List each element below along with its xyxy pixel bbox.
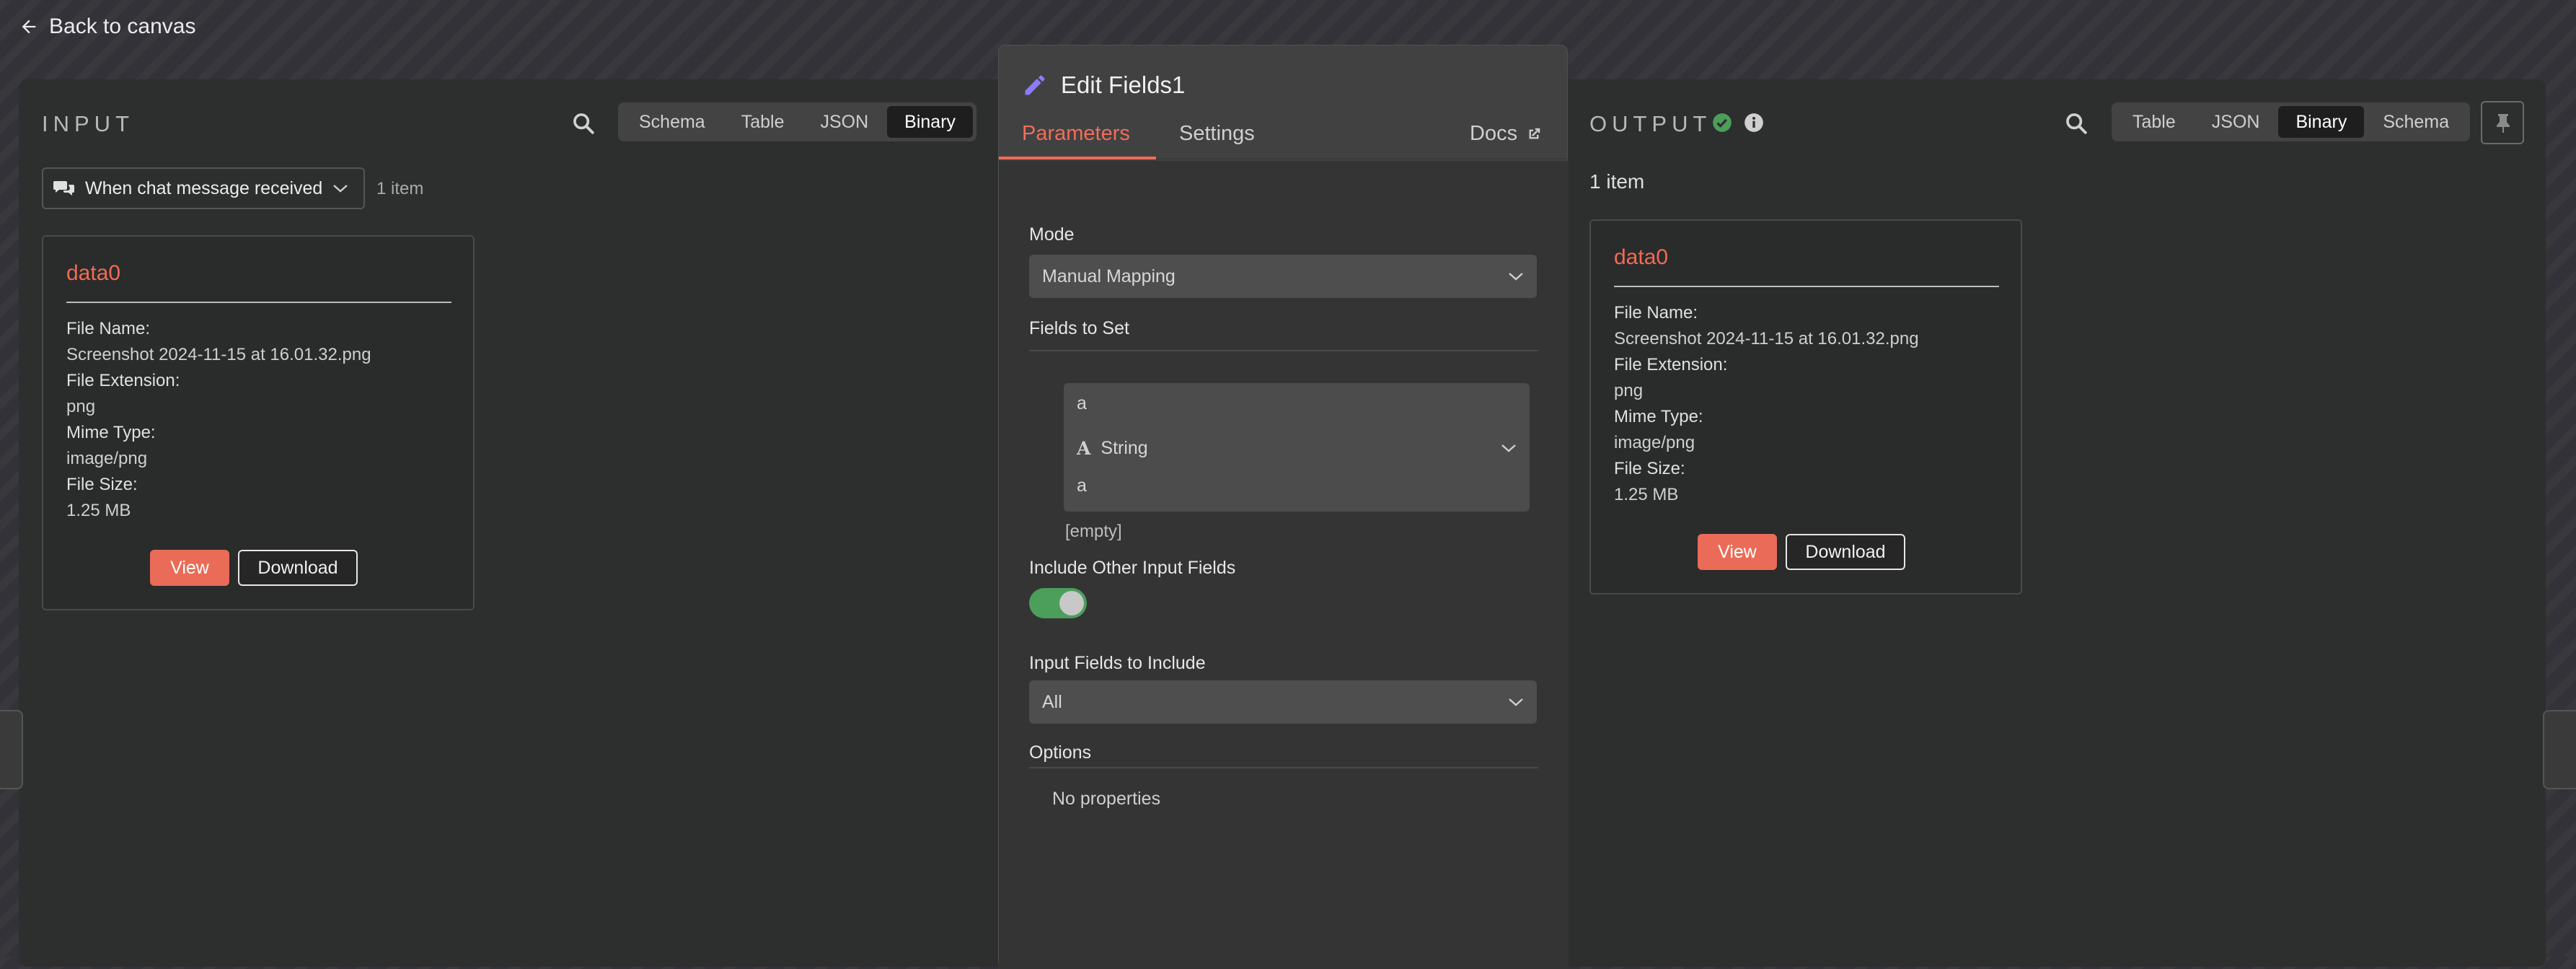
mode-select[interactable]: Manual Mapping: [1029, 255, 1537, 298]
tab-table[interactable]: Table: [2115, 106, 2193, 138]
fields-to-set-label: Fields to Set: [1029, 318, 1129, 338]
binary-name: data0: [1614, 245, 1669, 269]
mime-type-value: image/png: [1614, 433, 1695, 452]
file-size-key: File Size:: [1614, 459, 1685, 478]
tab-table[interactable]: Table: [724, 106, 802, 138]
check-circle-icon: [1712, 113, 1732, 133]
tab-binary[interactable]: Binary: [2278, 106, 2365, 138]
view-button[interactable]: View: [150, 550, 229, 586]
no-properties-text: No properties: [1052, 789, 1161, 809]
active-tab-indicator: [999, 157, 1156, 159]
node-title[interactable]: Edit Fields1: [1061, 71, 1185, 99]
field-assignment: a A String a: [1064, 383, 1530, 512]
file-name-value: Screenshot 2024-11-15 at 16.01.32.png: [66, 345, 371, 364]
chevron-down-icon: [1501, 443, 1517, 453]
file-name-value: Screenshot 2024-11-15 at 16.01.32.png: [1614, 329, 1919, 348]
output-binary-card: data0 File Name: Screenshot 2024-11-15 a…: [1589, 219, 2022, 595]
input-fields-select[interactable]: All: [1029, 680, 1537, 724]
tab-parameters[interactable]: Parameters: [1022, 122, 1130, 146]
file-extension-value: png: [66, 397, 96, 416]
string-type-icon: A: [1077, 437, 1091, 459]
file-size-value: 1.25 MB: [1614, 485, 1679, 504]
output-item-count: 1 item: [1589, 170, 1645, 193]
chevron-down-icon: [1508, 271, 1524, 281]
divider: [1029, 767, 1538, 768]
input-fields-label: Input Fields to Include: [1029, 653, 1206, 673]
output-title: OUTPUT: [1589, 111, 1712, 136]
tab-schema[interactable]: Schema: [2365, 106, 2466, 138]
download-button[interactable]: Download: [1786, 534, 1905, 570]
file-extension-key: File Extension:: [66, 371, 180, 390]
divider: [1029, 350, 1538, 351]
file-name-key: File Name:: [66, 319, 151, 338]
chevron-down-icon: [332, 183, 348, 193]
pin-icon: [2495, 113, 2512, 134]
tab-binary[interactable]: Binary: [887, 106, 974, 138]
mime-type-value: image/png: [66, 449, 148, 468]
search-icon[interactable]: [571, 111, 596, 136]
input-source-select[interactable]: When chat message received: [42, 167, 365, 209]
divider: [1614, 286, 1999, 287]
download-button[interactable]: Download: [238, 550, 358, 586]
node-tabs: Parameters Settings Docs: [999, 118, 1569, 159]
view-button[interactable]: View: [1698, 534, 1777, 570]
tab-json[interactable]: JSON: [2195, 106, 2277, 138]
back-to-canvas-link[interactable]: Back to canvas: [19, 14, 195, 39]
binary-name: data0: [66, 261, 121, 285]
mime-type-key: Mime Type:: [1614, 407, 1703, 426]
tab-schema[interactable]: Schema: [622, 106, 723, 138]
file-extension-key: File Extension:: [1614, 355, 1728, 374]
include-other-label: Include Other Input Fields: [1029, 558, 1236, 578]
mode-value: Manual Mapping: [1042, 266, 1175, 286]
toggle-knob: [1059, 591, 1084, 615]
field-type-select[interactable]: A String: [1077, 434, 1517, 462]
file-extension-value: png: [1614, 381, 1644, 400]
search-icon[interactable]: [2064, 111, 2088, 136]
field-type-value: String: [1100, 437, 1148, 458]
source-select-label: When chat message received: [85, 177, 323, 198]
right-edge-handle[interactable]: [2543, 710, 2576, 789]
include-other-toggle[interactable]: [1029, 588, 1087, 618]
tab-settings[interactable]: Settings: [1179, 122, 1255, 146]
pencil-icon: [1022, 72, 1048, 98]
left-edge-handle[interactable]: [0, 710, 23, 789]
info-icon[interactable]: [1744, 113, 1764, 133]
input-view-switch: Schema Table JSON Binary: [618, 102, 977, 141]
input-binary-card: data0 File Name: Screenshot 2024-11-15 a…: [42, 235, 475, 610]
field-name-input[interactable]: a: [1077, 393, 1087, 414]
input-item-count: 1 item: [376, 179, 424, 198]
field-preview: [empty]: [1065, 522, 1122, 541]
external-link-icon: [1526, 126, 1542, 142]
arrow-left-icon: [19, 17, 39, 37]
field-value-input[interactable]: a: [1077, 475, 1087, 496]
docs-link[interactable]: Docs: [1470, 122, 1542, 146]
input-title: INPUT: [42, 111, 134, 136]
back-label: Back to canvas: [49, 14, 196, 38]
file-size-key: File Size:: [66, 475, 138, 494]
chat-icon: [53, 179, 75, 198]
output-view-switch: Table JSON Binary Schema: [2112, 102, 2471, 141]
docs-label: Docs: [1470, 122, 1518, 145]
pin-data-button[interactable]: [2481, 101, 2524, 144]
tab-json[interactable]: JSON: [803, 106, 886, 138]
mime-type-key: Mime Type:: [66, 423, 156, 442]
mode-label: Mode: [1029, 224, 1075, 245]
file-name-key: File Name:: [1614, 303, 1698, 323]
parameters-body: Mode Manual Mapping Fields to Set a A St…: [999, 161, 1569, 969]
file-size-value: 1.25 MB: [66, 501, 131, 520]
input-fields-value: All: [1042, 691, 1062, 712]
node-settings-panel: Edit Fields1 Parameters Settings Docs Mo…: [998, 45, 1569, 969]
divider: [66, 302, 451, 303]
options-label: Options: [1029, 742, 1092, 763]
chevron-down-icon: [1508, 697, 1524, 707]
